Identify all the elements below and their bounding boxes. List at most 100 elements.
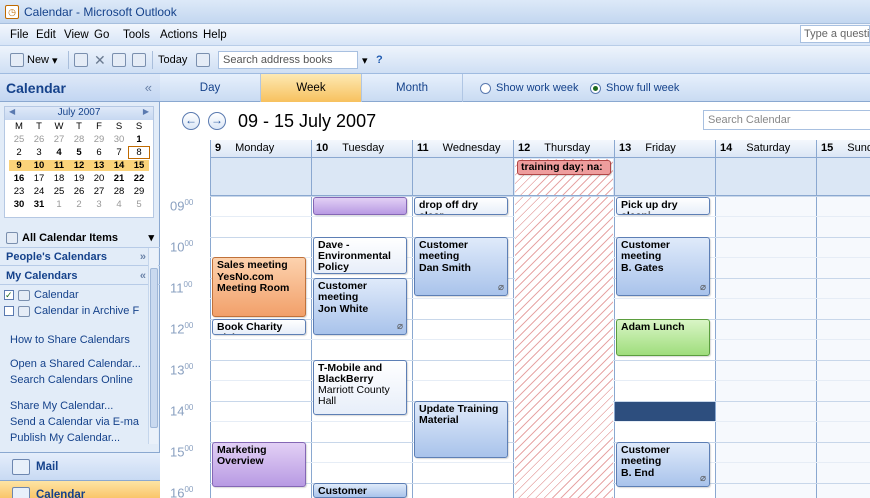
date-navigator-day[interactable]: 16 bbox=[9, 173, 29, 184]
open-shared-calendar-link[interactable]: Open a Shared Calendar... bbox=[10, 358, 141, 370]
menu-help[interactable]: Help bbox=[203, 29, 227, 41]
delete-icon[interactable]: ✕ bbox=[94, 51, 106, 69]
date-navigator-day[interactable]: 17 bbox=[29, 173, 49, 184]
date-navigator-day[interactable]: 3 bbox=[89, 199, 109, 210]
appointment-update-training[interactable]: Update Training Material bbox=[414, 400, 508, 459]
radio-unselected[interactable] bbox=[480, 82, 491, 94]
date-navigator-day[interactable]: 5 bbox=[69, 147, 89, 158]
appointment-tmobile[interactable]: T-Mobile and BlackBerry Marriott County H… bbox=[313, 359, 407, 416]
move-to-folder-icon[interactable] bbox=[112, 51, 126, 69]
date-navigator-day[interactable]: 7 bbox=[109, 147, 129, 158]
date-navigator-day[interactable]: 29 bbox=[89, 134, 109, 145]
date-navigator-day[interactable]: 24 bbox=[29, 186, 49, 197]
date-navigator-day[interactable]: 26 bbox=[69, 186, 89, 197]
all-day-cell[interactable] bbox=[210, 158, 211, 196]
date-navigator-day[interactable]: 23 bbox=[9, 186, 29, 197]
prev-month-arrow-icon[interactable]: ◀ bbox=[9, 107, 15, 116]
date-navigator-day[interactable]: 22 bbox=[129, 173, 149, 184]
appointment-purple[interactable] bbox=[313, 197, 407, 215]
appointment-customer-meeting-fri[interactable]: Customer meeting B. Gates ⌀ bbox=[616, 236, 710, 297]
appointment-customer-tue-2[interactable]: Customer bbox=[313, 482, 407, 498]
publish-my-calendar-link[interactable]: Publish My Calendar... bbox=[10, 432, 120, 444]
day-header-thursday[interactable]: 12 Thursday bbox=[513, 140, 614, 158]
expand-chevron-icon[interactable]: » bbox=[140, 251, 146, 263]
tab-day[interactable]: Day bbox=[160, 74, 261, 102]
appointment-dave[interactable]: Dave - Environmental Policy bbox=[313, 236, 407, 274]
menu-view[interactable]: View bbox=[64, 29, 89, 41]
all-day-cell[interactable] bbox=[311, 158, 312, 196]
date-navigator-day[interactable]: 4 bbox=[49, 147, 69, 158]
day-header-sunday[interactable]: 15 Sunday bbox=[816, 140, 870, 158]
menu-edit[interactable]: Edit bbox=[36, 29, 56, 41]
checkbox-checked[interactable]: ✓ bbox=[4, 290, 14, 300]
date-navigator-day[interactable]: 20 bbox=[89, 173, 109, 184]
appointment-pick-up[interactable]: Pick up dry cleani bbox=[616, 197, 710, 215]
date-navigator-day[interactable]: 19 bbox=[69, 173, 89, 184]
calendar-nav-button[interactable]: Calendar bbox=[0, 480, 160, 498]
weekend-column[interactable] bbox=[716, 196, 816, 498]
date-navigator-day[interactable]: 3 bbox=[29, 147, 49, 158]
date-navigator-day[interactable]: 21 bbox=[109, 173, 129, 184]
peoples-calendars-section[interactable]: People's Calendars » bbox=[0, 248, 160, 266]
day-header-friday[interactable]: 13 Friday bbox=[614, 140, 715, 158]
date-navigator-day[interactable]: 28 bbox=[69, 134, 89, 145]
address-book-search-input[interactable]: Search address books bbox=[218, 51, 358, 69]
show-work-week-radio[interactable]: Show work week bbox=[480, 82, 579, 94]
appointment-customer-meeting-wed[interactable]: Customer meeting Dan Smith ⌀ bbox=[414, 236, 508, 297]
date-navigator-day[interactable]: 13 bbox=[89, 160, 109, 171]
nav-scrollbar[interactable] bbox=[148, 248, 158, 444]
date-navigator-day[interactable]: 4 bbox=[109, 199, 129, 210]
appointment-marketing-overview[interactable]: Marketing Overview bbox=[212, 441, 306, 488]
search-calendar-input[interactable]: Search Calendar bbox=[703, 110, 870, 130]
checkbox-unchecked[interactable] bbox=[4, 306, 14, 316]
all-day-cell[interactable] bbox=[513, 158, 514, 196]
collapse-chevron-icon[interactable]: « bbox=[145, 80, 152, 95]
appointment-sales-meeting[interactable]: Sales meeting YesNo.com Meeting Room bbox=[212, 257, 306, 317]
all-day-cell[interactable] bbox=[614, 158, 615, 196]
date-navigator-day[interactable]: 29 bbox=[129, 186, 149, 197]
day-header-tuesday[interactable]: 10 Tuesday bbox=[311, 140, 412, 158]
allday-event-training-day[interactable]: training day; na: bbox=[517, 160, 611, 175]
date-navigator-day[interactable]: 31 bbox=[29, 199, 49, 210]
appointment-customer-meeting-fri-2[interactable]: Customer meeting B. End ⌀ bbox=[616, 441, 710, 488]
date-navigator-day[interactable]: 1 bbox=[129, 134, 149, 145]
date-navigator-day[interactable]: 8 bbox=[128, 146, 150, 159]
scrollbar-thumb[interactable] bbox=[150, 268, 158, 428]
date-navigator-day[interactable]: 1 bbox=[49, 199, 69, 210]
all-day-cell[interactable] bbox=[715, 158, 716, 196]
all-day-cell[interactable] bbox=[816, 158, 817, 196]
menu-tools[interactable]: Tools bbox=[123, 29, 150, 41]
mail-nav-button[interactable]: Mail bbox=[0, 452, 160, 480]
help-search-input[interactable]: Type a question bbox=[800, 25, 870, 43]
today-button[interactable]: Today bbox=[158, 51, 187, 69]
date-navigator-day[interactable]: 2 bbox=[69, 199, 89, 210]
date-navigator-day[interactable]: 6 bbox=[89, 147, 109, 158]
how-to-share-calendars-link[interactable]: How to Share Calendars bbox=[10, 334, 130, 346]
day-header-wednesday[interactable]: 11 Wednesday bbox=[412, 140, 513, 158]
next-month-arrow-icon[interactable]: ▶ bbox=[143, 107, 149, 116]
date-navigator-day[interactable]: 25 bbox=[9, 134, 29, 145]
search-calendars-online-link[interactable]: Search Calendars Online bbox=[10, 374, 133, 386]
help-icon[interactable]: ? bbox=[376, 51, 383, 69]
date-navigator-day[interactable]: 27 bbox=[49, 134, 69, 145]
address-book-icon[interactable] bbox=[196, 51, 210, 69]
show-full-week-radio[interactable]: Show full week bbox=[590, 82, 679, 94]
tab-week[interactable]: Week bbox=[261, 74, 362, 102]
date-navigator-day[interactable]: 14 bbox=[109, 160, 129, 171]
day-header-saturday[interactable]: 14 Saturday bbox=[715, 140, 816, 158]
menu-actions[interactable]: Actions bbox=[160, 29, 198, 41]
send-calendar-email-link[interactable]: Send a Calendar via E-ma bbox=[10, 416, 146, 428]
menu-go[interactable]: Go bbox=[94, 29, 109, 41]
date-navigator-day[interactable]: 9 bbox=[9, 160, 29, 171]
date-navigator-day[interactable]: 30 bbox=[9, 199, 29, 210]
date-navigator-day[interactable]: 26 bbox=[29, 134, 49, 145]
archive-calendar-checkbox-item[interactable]: Calendar in Archive F bbox=[4, 304, 144, 318]
date-navigator-day[interactable]: 10 bbox=[29, 160, 49, 171]
my-calendars-section[interactable]: My Calendars « bbox=[0, 267, 160, 285]
collapse-chevron-icon[interactable]: « bbox=[140, 270, 146, 282]
date-navigator-day[interactable]: 15 bbox=[129, 160, 149, 171]
all-calendar-items-dropdown[interactable]: All Calendar Items ▾ bbox=[0, 228, 160, 248]
tab-month[interactable]: Month bbox=[362, 74, 463, 102]
date-navigator-day[interactable]: 28 bbox=[109, 186, 129, 197]
appointment-customer-meeting-tue[interactable]: Customer meeting Jon White ⌀ bbox=[313, 277, 407, 336]
